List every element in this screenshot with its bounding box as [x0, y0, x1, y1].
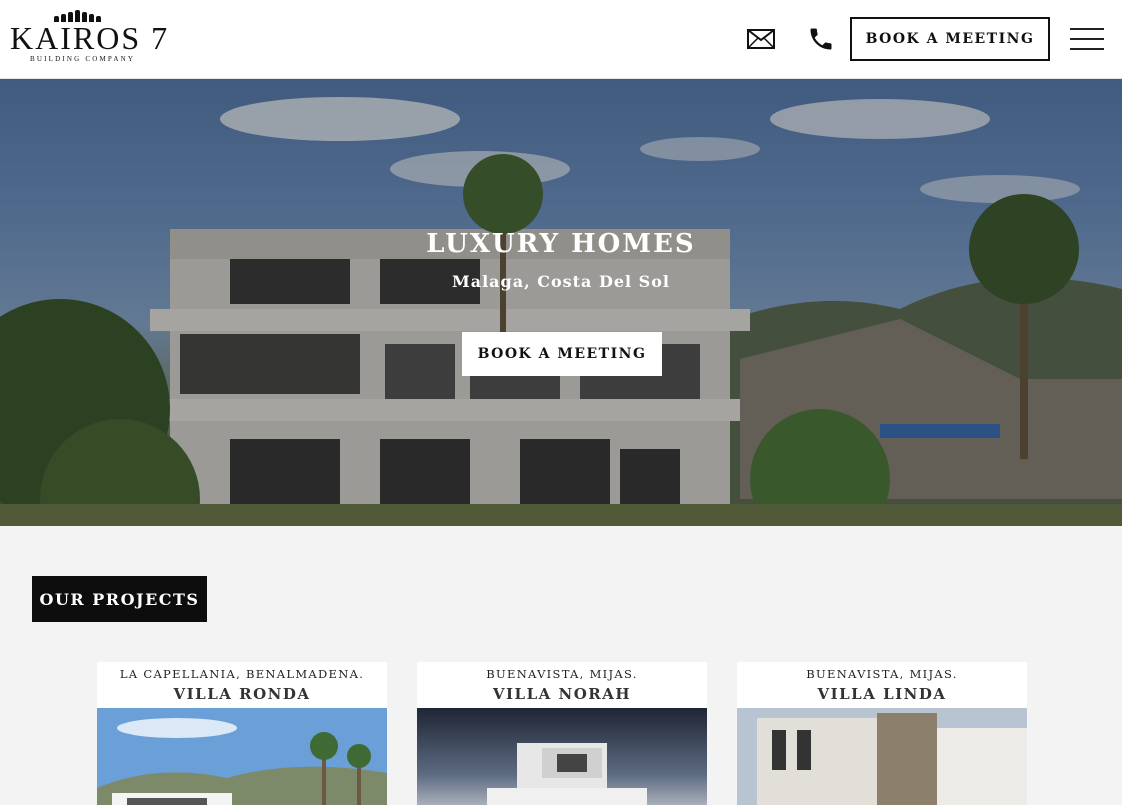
site-header: KAIROS 7 BUILDING COMPANY BOOK A MEETING: [0, 0, 1122, 79]
project-name: VILLA NORAH: [492, 685, 632, 703]
project-card-villa-ronda[interactable]: LA CAPELLANIA, BENALMADENA. VILLA RONDA: [97, 662, 387, 805]
project-name: VILLA LINDA: [817, 685, 947, 703]
project-location: BUENAVISTA, MIJAS.: [486, 667, 638, 681]
logo-text: KAIROS 7: [10, 20, 170, 56]
our-projects-heading: OUR PROJECTS: [32, 576, 207, 622]
project-location: LA CAPELLANIA, BENALMADENA.: [119, 667, 365, 681]
phone-icon[interactable]: [806, 24, 836, 54]
hero-subtitle: Malaga, Costa Del Sol: [452, 272, 670, 291]
envelope-icon[interactable]: [746, 24, 776, 54]
hamburger-menu-icon[interactable]: [1070, 26, 1106, 52]
project-card-villa-linda[interactable]: BUENAVISTA, MIJAS. VILLA LINDA: [737, 662, 1027, 805]
hero-title: LUXURY HOMES: [426, 229, 696, 259]
hero-book-meeting-button[interactable]: BOOK A MEETING: [462, 332, 662, 376]
hero-banner: LUXURY HOMES Malaga, Costa Del Sol BOOK …: [0, 79, 1122, 526]
header-book-meeting-button[interactable]: BOOK A MEETING: [850, 17, 1050, 61]
project-image: [737, 708, 1027, 805]
hero-overlay: [0, 79, 1122, 526]
project-image: [417, 708, 707, 805]
logo-tagline: BUILDING COMPANY: [30, 55, 136, 63]
project-location: BUENAVISTA, MIJAS.: [806, 667, 958, 681]
brand-logo[interactable]: KAIROS 7 BUILDING COMPANY: [10, 10, 170, 68]
project-card-villa-norah[interactable]: BUENAVISTA, MIJAS. VILLA NORAH: [417, 662, 707, 805]
project-image: [97, 708, 387, 805]
project-name: VILLA RONDA: [173, 685, 311, 703]
